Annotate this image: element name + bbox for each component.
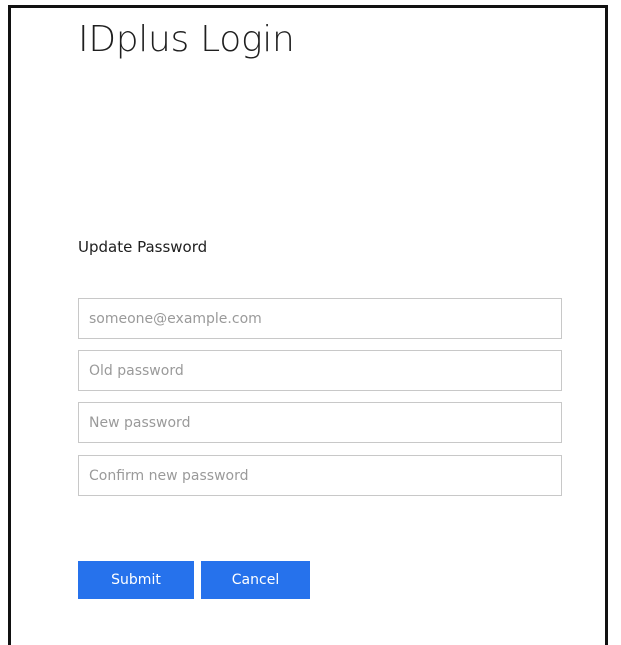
- email-field[interactable]: [78, 298, 562, 339]
- new-password-field[interactable]: [78, 402, 562, 443]
- login-panel: IDplus Login Update Password Submit Canc…: [8, 5, 608, 645]
- submit-button[interactable]: Submit: [78, 561, 194, 599]
- confirm-password-field[interactable]: [78, 455, 562, 496]
- page-title: IDplus Login: [78, 19, 295, 60]
- old-password-field[interactable]: [78, 350, 562, 391]
- update-password-heading: Update Password: [78, 238, 208, 256]
- cancel-button[interactable]: Cancel: [201, 561, 310, 599]
